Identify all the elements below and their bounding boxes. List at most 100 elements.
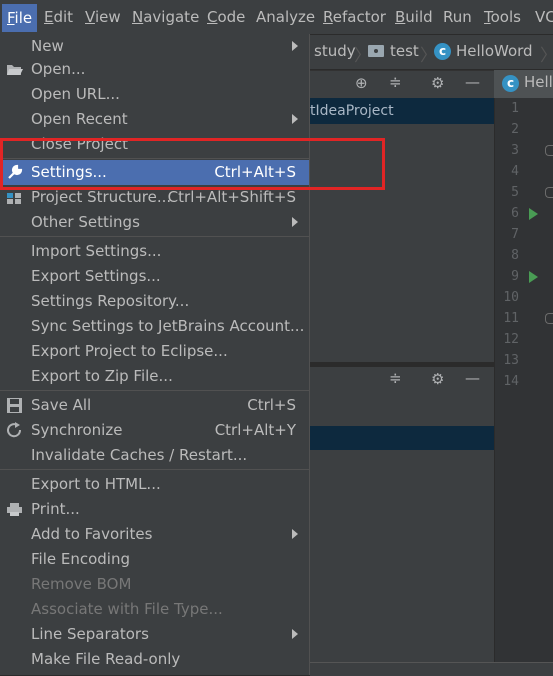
collapse-all-icon[interactable]: ≑: [389, 369, 402, 387]
menu-build[interactable]: Build: [395, 8, 433, 26]
menu-item-label: Make File Read-only: [31, 650, 181, 668]
menu-item-file-encoding[interactable]: File Encoding: [0, 547, 309, 572]
menu-item-label: Close Project: [31, 135, 128, 153]
menu-refactor[interactable]: Refactor: [323, 8, 386, 26]
menu-item-label: Settings Repository...: [31, 292, 190, 310]
menu-item-add-favorites[interactable]: Add to Favorites: [0, 522, 309, 547]
menu-item-open[interactable]: Open...: [0, 57, 309, 82]
menu-item-shortcut: Ctrl+S: [247, 396, 296, 414]
menu-item-shortcut: Ctrl+Alt+Shift+S: [167, 188, 296, 206]
line-number: 2: [511, 122, 519, 137]
menu-item-export-html[interactable]: Export to HTML...: [0, 472, 309, 497]
menu-item-export-zip[interactable]: Export to Zip File...: [0, 364, 309, 389]
project-structure-icon: [6, 189, 23, 206]
menu-item-new[interactable]: New: [0, 34, 309, 59]
menu-code[interactable]: Code: [207, 8, 245, 26]
menu-analyze[interactable]: Analyze: [256, 8, 315, 26]
locate-icon[interactable]: ⊕: [355, 74, 368, 92]
menu-item-print[interactable]: Print...: [0, 497, 309, 522]
menu-item-export-settings[interactable]: Export Settings...: [0, 264, 309, 289]
hide-icon[interactable]: —: [465, 369, 480, 387]
menu-item-make-read-only[interactable]: Make File Read-only: [0, 647, 309, 672]
line-number: 7: [511, 227, 519, 242]
fold-icon[interactable]: [545, 145, 553, 156]
menu-item-open-url[interactable]: Open URL...: [0, 82, 309, 107]
breadcrumb-helloword[interactable]: HelloWord: [456, 42, 533, 60]
line-number: 1: [511, 101, 519, 116]
menu-item-label: New: [31, 37, 64, 55]
menu-item-label: Print...: [31, 500, 80, 518]
menu-item-export-eclipse[interactable]: Export Project to Eclipse...: [0, 339, 309, 364]
collapse-all-icon[interactable]: ≑: [389, 73, 402, 91]
menu-item-import-settings[interactable]: Import Settings...: [0, 239, 309, 264]
line-number: 10: [503, 290, 519, 305]
tree-root-label: tIdeaProject: [310, 103, 394, 119]
menu-item-sync-settings[interactable]: Sync Settings to JetBrains Account...: [0, 314, 309, 339]
menu-divider: [0, 158, 309, 159]
line-number: 11: [503, 311, 519, 326]
menu-item-label: File Encoding: [31, 550, 130, 568]
menu-item-remove-bom: Remove BOM: [0, 572, 309, 597]
menu-item-label: Export to Zip File...: [31, 367, 173, 385]
printer-icon: [6, 501, 23, 518]
submenu-arrow-icon: [292, 41, 298, 51]
menu-item-shortcut: Ctrl+Alt+S: [214, 163, 296, 181]
menu-item-label: Associate with File Type...: [31, 600, 223, 618]
menu-vcs[interactable]: VC: [535, 8, 553, 26]
menu-tools[interactable]: Tools: [484, 8, 521, 26]
menu-item-label: Sync Settings to JetBrains Account...: [31, 317, 305, 335]
menu-item-settings[interactable]: Settings... Ctrl+Alt+S: [0, 160, 309, 185]
status-bar: [310, 662, 553, 676]
navigation-bar: study 〉 test 〉 c HelloWord 〉: [310, 35, 553, 69]
submenu-arrow-icon: [292, 114, 298, 124]
menu-bar: File Edit View Navigate Code Analyze Ref…: [0, 0, 553, 35]
tree-row-root[interactable]: tIdeaProject: [310, 98, 494, 124]
menu-item-label: Settings...: [31, 163, 107, 181]
menu-divider: [0, 469, 309, 470]
menu-item-other-settings[interactable]: Other Settings: [0, 210, 309, 235]
breadcrumb-test[interactable]: test: [390, 42, 419, 60]
line-number: 13: [503, 353, 519, 368]
submenu-arrow-icon: [292, 529, 298, 539]
line-number: 5: [511, 185, 519, 200]
menu-item-label: Remove BOM: [31, 575, 132, 593]
menu-item-label: Open Recent: [31, 110, 128, 128]
menu-run[interactable]: Run: [443, 8, 472, 26]
menu-navigate[interactable]: Navigate: [132, 8, 199, 26]
menu-edit[interactable]: Edit: [44, 8, 73, 26]
editor-tab[interactable]: c Hell: [494, 70, 553, 101]
menu-item-save-all[interactable]: Save All Ctrl+S: [0, 393, 309, 418]
line-number: 3: [511, 143, 519, 158]
line-number: 9: [511, 269, 519, 284]
gear-icon[interactable]: ⚙: [431, 370, 444, 388]
breadcrumb-study[interactable]: study: [314, 42, 356, 60]
menu-item-close-project[interactable]: Close Project: [0, 132, 309, 157]
menu-item-project-structure[interactable]: Project Structure... Ctrl+Alt+Shift+S: [0, 185, 309, 210]
menu-item-label: Synchronize: [31, 421, 123, 439]
run-icon[interactable]: [529, 271, 538, 283]
fold-icon[interactable]: [545, 313, 553, 324]
menu-item-synchronize[interactable]: Synchronize Ctrl+Alt+Y: [0, 418, 309, 443]
menu-item-associate-file-type: Associate with File Type...: [0, 597, 309, 622]
gear-icon[interactable]: ⚙: [431, 74, 444, 92]
folder-open-icon: [6, 61, 23, 78]
refresh-icon: [6, 422, 23, 439]
menu-item-open-recent[interactable]: Open Recent: [0, 107, 309, 132]
line-number: 6: [511, 206, 519, 221]
menu-item-line-separators[interactable]: Line Separators: [0, 622, 309, 647]
tree-row-selected[interactable]: [310, 426, 494, 450]
submenu-arrow-icon: [292, 629, 298, 639]
menu-divider: [0, 390, 309, 391]
menu-divider: [0, 236, 309, 237]
menu-view[interactable]: View: [85, 8, 121, 26]
wrench-icon: [6, 164, 23, 181]
editor-gutter: 1 2 3 4 5 6 7 8 9 10 11 12 13 14: [494, 98, 553, 662]
menu-file[interactable]: File: [2, 4, 38, 32]
hide-icon[interactable]: —: [465, 73, 480, 91]
run-icon[interactable]: [529, 208, 538, 220]
menu-item-label: Export to HTML...: [31, 475, 161, 493]
line-number: 14: [503, 374, 519, 389]
menu-item-invalidate-caches[interactable]: Invalidate Caches / Restart...: [0, 443, 309, 468]
menu-item-settings-repository[interactable]: Settings Repository...: [0, 289, 309, 314]
fold-icon[interactable]: [545, 187, 553, 198]
